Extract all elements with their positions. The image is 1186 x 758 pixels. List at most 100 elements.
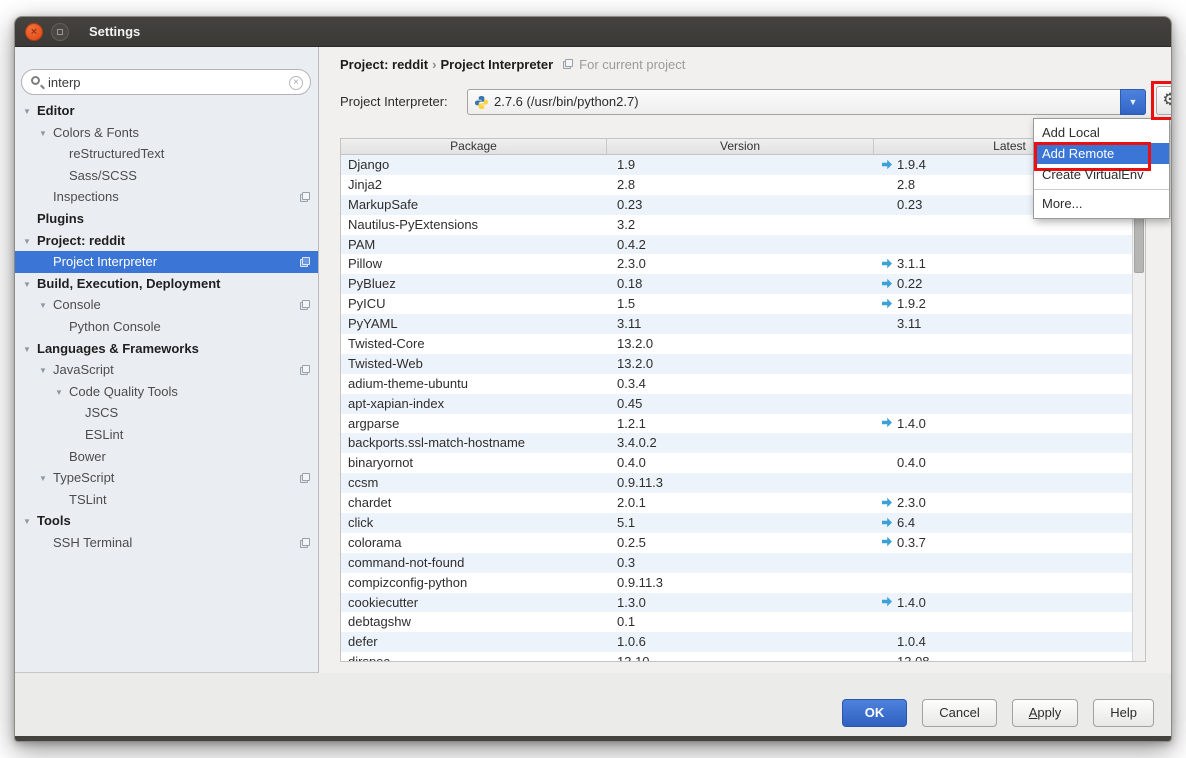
titlebar[interactable]: × Settings: [15, 17, 1171, 47]
breadcrumb-project[interactable]: Project: reddit: [340, 57, 428, 72]
sidebar-tree-item[interactable]: Project: reddit: [15, 230, 318, 252]
sidebar-tree-item[interactable]: Tools: [15, 510, 318, 532]
table-row[interactable]: chardet 2.0.1 2.3.0: [341, 493, 1145, 513]
table-row[interactable]: Twisted-Core 13.2.0: [341, 334, 1145, 354]
sidebar-tree-item[interactable]: Code Quality Tools: [15, 381, 318, 403]
tree-item-label: Python Console: [69, 319, 161, 334]
table-row[interactable]: ccsm 0.9.11.3: [341, 473, 1145, 493]
interpreter-combobox[interactable]: 2.7.6 (/usr/bin/python2.7) ▼: [467, 89, 1146, 115]
sidebar-tree-item[interactable]: Project Interpreter: [15, 251, 318, 273]
table-row[interactable]: dirspec 13.10 13.08: [341, 652, 1145, 661]
table-row[interactable]: PyBluez 0.18 0.22: [341, 274, 1145, 294]
table-row[interactable]: Pillow 2.3.0 3.1.1: [341, 254, 1145, 274]
cell-latest: [874, 354, 1145, 374]
restore-icon[interactable]: [51, 23, 69, 41]
sidebar-tree-item[interactable]: Colors & Fonts: [15, 122, 318, 144]
column-header-package[interactable]: Package: [341, 139, 607, 154]
sidebar-tree-item[interactable]: TypeScript: [15, 467, 318, 489]
sidebar-tree-item[interactable]: Build, Execution, Deployment: [15, 273, 318, 295]
tree-item-label: ESLint: [85, 427, 123, 442]
chevron-down-icon[interactable]: ▼: [1120, 89, 1146, 115]
menu-item[interactable]: Add Remote: [1034, 143, 1169, 164]
sidebar-tree-item[interactable]: JSCS: [15, 402, 318, 424]
package-table-header: Package Version Latest: [341, 139, 1145, 155]
cell-latest-value: 0.23: [897, 195, 922, 215]
settings-searchbox[interactable]: ×: [21, 69, 311, 95]
table-row[interactable]: MarkupSafe 0.23 0.23: [341, 195, 1145, 215]
table-row[interactable]: click 5.1 6.4: [341, 513, 1145, 533]
cell-latest: 0.3.7: [874, 533, 1145, 553]
cell-version: 0.9.11.3: [607, 473, 874, 493]
tree-item-label: Sass/SCSS: [69, 168, 137, 183]
cell-version: 1.2.1: [607, 414, 874, 434]
cell-package: Nautilus-PyExtensions: [341, 215, 607, 235]
cell-package: backports.ssl-match-hostname: [341, 433, 607, 453]
cell-version: 5.1: [607, 513, 874, 533]
sidebar-tree-item[interactable]: ESLint: [15, 424, 318, 446]
vertical-scrollbar[interactable]: [1132, 155, 1145, 661]
tree-expand-icon[interactable]: [39, 360, 53, 382]
tree-expand-icon[interactable]: [23, 274, 37, 296]
cell-version: 0.4.0: [607, 453, 874, 473]
sidebar-tree-item[interactable]: Inspections: [15, 186, 318, 208]
sidebar-tree-item[interactable]: SSH Terminal: [15, 532, 318, 554]
menu-item-label: Add Local: [1042, 125, 1100, 140]
sidebar-tree-item[interactable]: reStructuredText: [15, 143, 318, 165]
table-row[interactable]: command-not-found 0.3: [341, 553, 1145, 573]
table-row[interactable]: PyICU 1.5 1.9.2: [341, 294, 1145, 314]
table-row[interactable]: compizconfig-python 0.9.11.3: [341, 573, 1145, 593]
table-row[interactable]: binaryornot 0.4.0 0.4.0: [341, 453, 1145, 473]
sidebar-tree-item[interactable]: Languages & Frameworks: [15, 338, 318, 360]
clear-search-icon[interactable]: ×: [289, 76, 303, 90]
sidebar-tree-item[interactable]: Plugins: [15, 208, 318, 230]
sidebar-tree-item[interactable]: TSLint: [15, 489, 318, 511]
ok-button[interactable]: OK: [842, 699, 908, 727]
table-row[interactable]: PyYAML 3.11 3.11: [341, 314, 1145, 334]
sidebar-tree-item[interactable]: Editor: [15, 100, 318, 122]
menu-item[interactable]: More...: [1034, 193, 1169, 214]
cell-package: Django: [341, 155, 607, 175]
sidebar-tree-item[interactable]: Python Console: [15, 316, 318, 338]
tree-expand-icon[interactable]: [39, 295, 53, 317]
table-row[interactable]: cookiecutter 1.3.0 1.4.0: [341, 593, 1145, 613]
sidebar-tree-item[interactable]: Console: [15, 294, 318, 316]
package-table: Package Version Latest Django 1.9 1.9.4: [340, 138, 1146, 662]
tree-expand-icon[interactable]: [23, 101, 37, 123]
tree-expand-icon[interactable]: [23, 231, 37, 253]
cell-version: 1.5: [607, 294, 874, 314]
apply-button[interactable]: Apply: [1012, 699, 1079, 727]
tree-item-label: Tools: [37, 513, 71, 528]
cell-latest: 0.4.0: [874, 453, 1145, 473]
cell-package: PyYAML: [341, 314, 607, 334]
table-row[interactable]: Django 1.9 1.9.4: [341, 155, 1145, 175]
table-row[interactable]: Jinja2 2.8 2.8: [341, 175, 1145, 195]
menu-item[interactable]: Create VirtualEnv: [1034, 164, 1169, 185]
table-row[interactable]: adium-theme-ubuntu 0.3.4: [341, 374, 1145, 394]
tree-expand-icon[interactable]: [39, 468, 53, 490]
column-header-version[interactable]: Version: [607, 139, 874, 154]
menu-item[interactable]: Add Local: [1034, 122, 1169, 143]
table-row[interactable]: Twisted-Web 13.2.0: [341, 354, 1145, 374]
help-button[interactable]: Help: [1093, 699, 1154, 727]
tree-expand-icon[interactable]: [39, 123, 53, 145]
table-row[interactable]: defer 1.0.6 1.0.4: [341, 632, 1145, 652]
table-row[interactable]: apt-xapian-index 0.45: [341, 394, 1145, 414]
cell-version: 0.4.2: [607, 235, 874, 255]
table-row[interactable]: PAM 0.4.2: [341, 235, 1145, 255]
sidebar-tree-item[interactable]: Sass/SCSS: [15, 165, 318, 187]
table-row[interactable]: Nautilus-PyExtensions 3.2: [341, 215, 1145, 235]
tree-expand-icon[interactable]: [55, 382, 69, 404]
close-icon[interactable]: ×: [25, 23, 43, 41]
sidebar-tree-item[interactable]: JavaScript: [15, 359, 318, 381]
table-row[interactable]: colorama 0.2.5 0.3.7: [341, 533, 1145, 553]
cell-latest: [874, 612, 1145, 632]
sidebar-tree-item[interactable]: Bower: [15, 446, 318, 468]
table-row[interactable]: debtagshw 0.1: [341, 612, 1145, 632]
menu-item-label: More...: [1042, 196, 1082, 211]
tree-expand-icon[interactable]: [23, 511, 37, 533]
table-row[interactable]: argparse 1.2.1 1.4.0: [341, 414, 1145, 434]
table-row[interactable]: backports.ssl-match-hostname 3.4.0.2: [341, 433, 1145, 453]
tree-expand-icon[interactable]: [23, 339, 37, 361]
cancel-button[interactable]: Cancel: [922, 699, 996, 727]
search-input[interactable]: [48, 71, 278, 93]
